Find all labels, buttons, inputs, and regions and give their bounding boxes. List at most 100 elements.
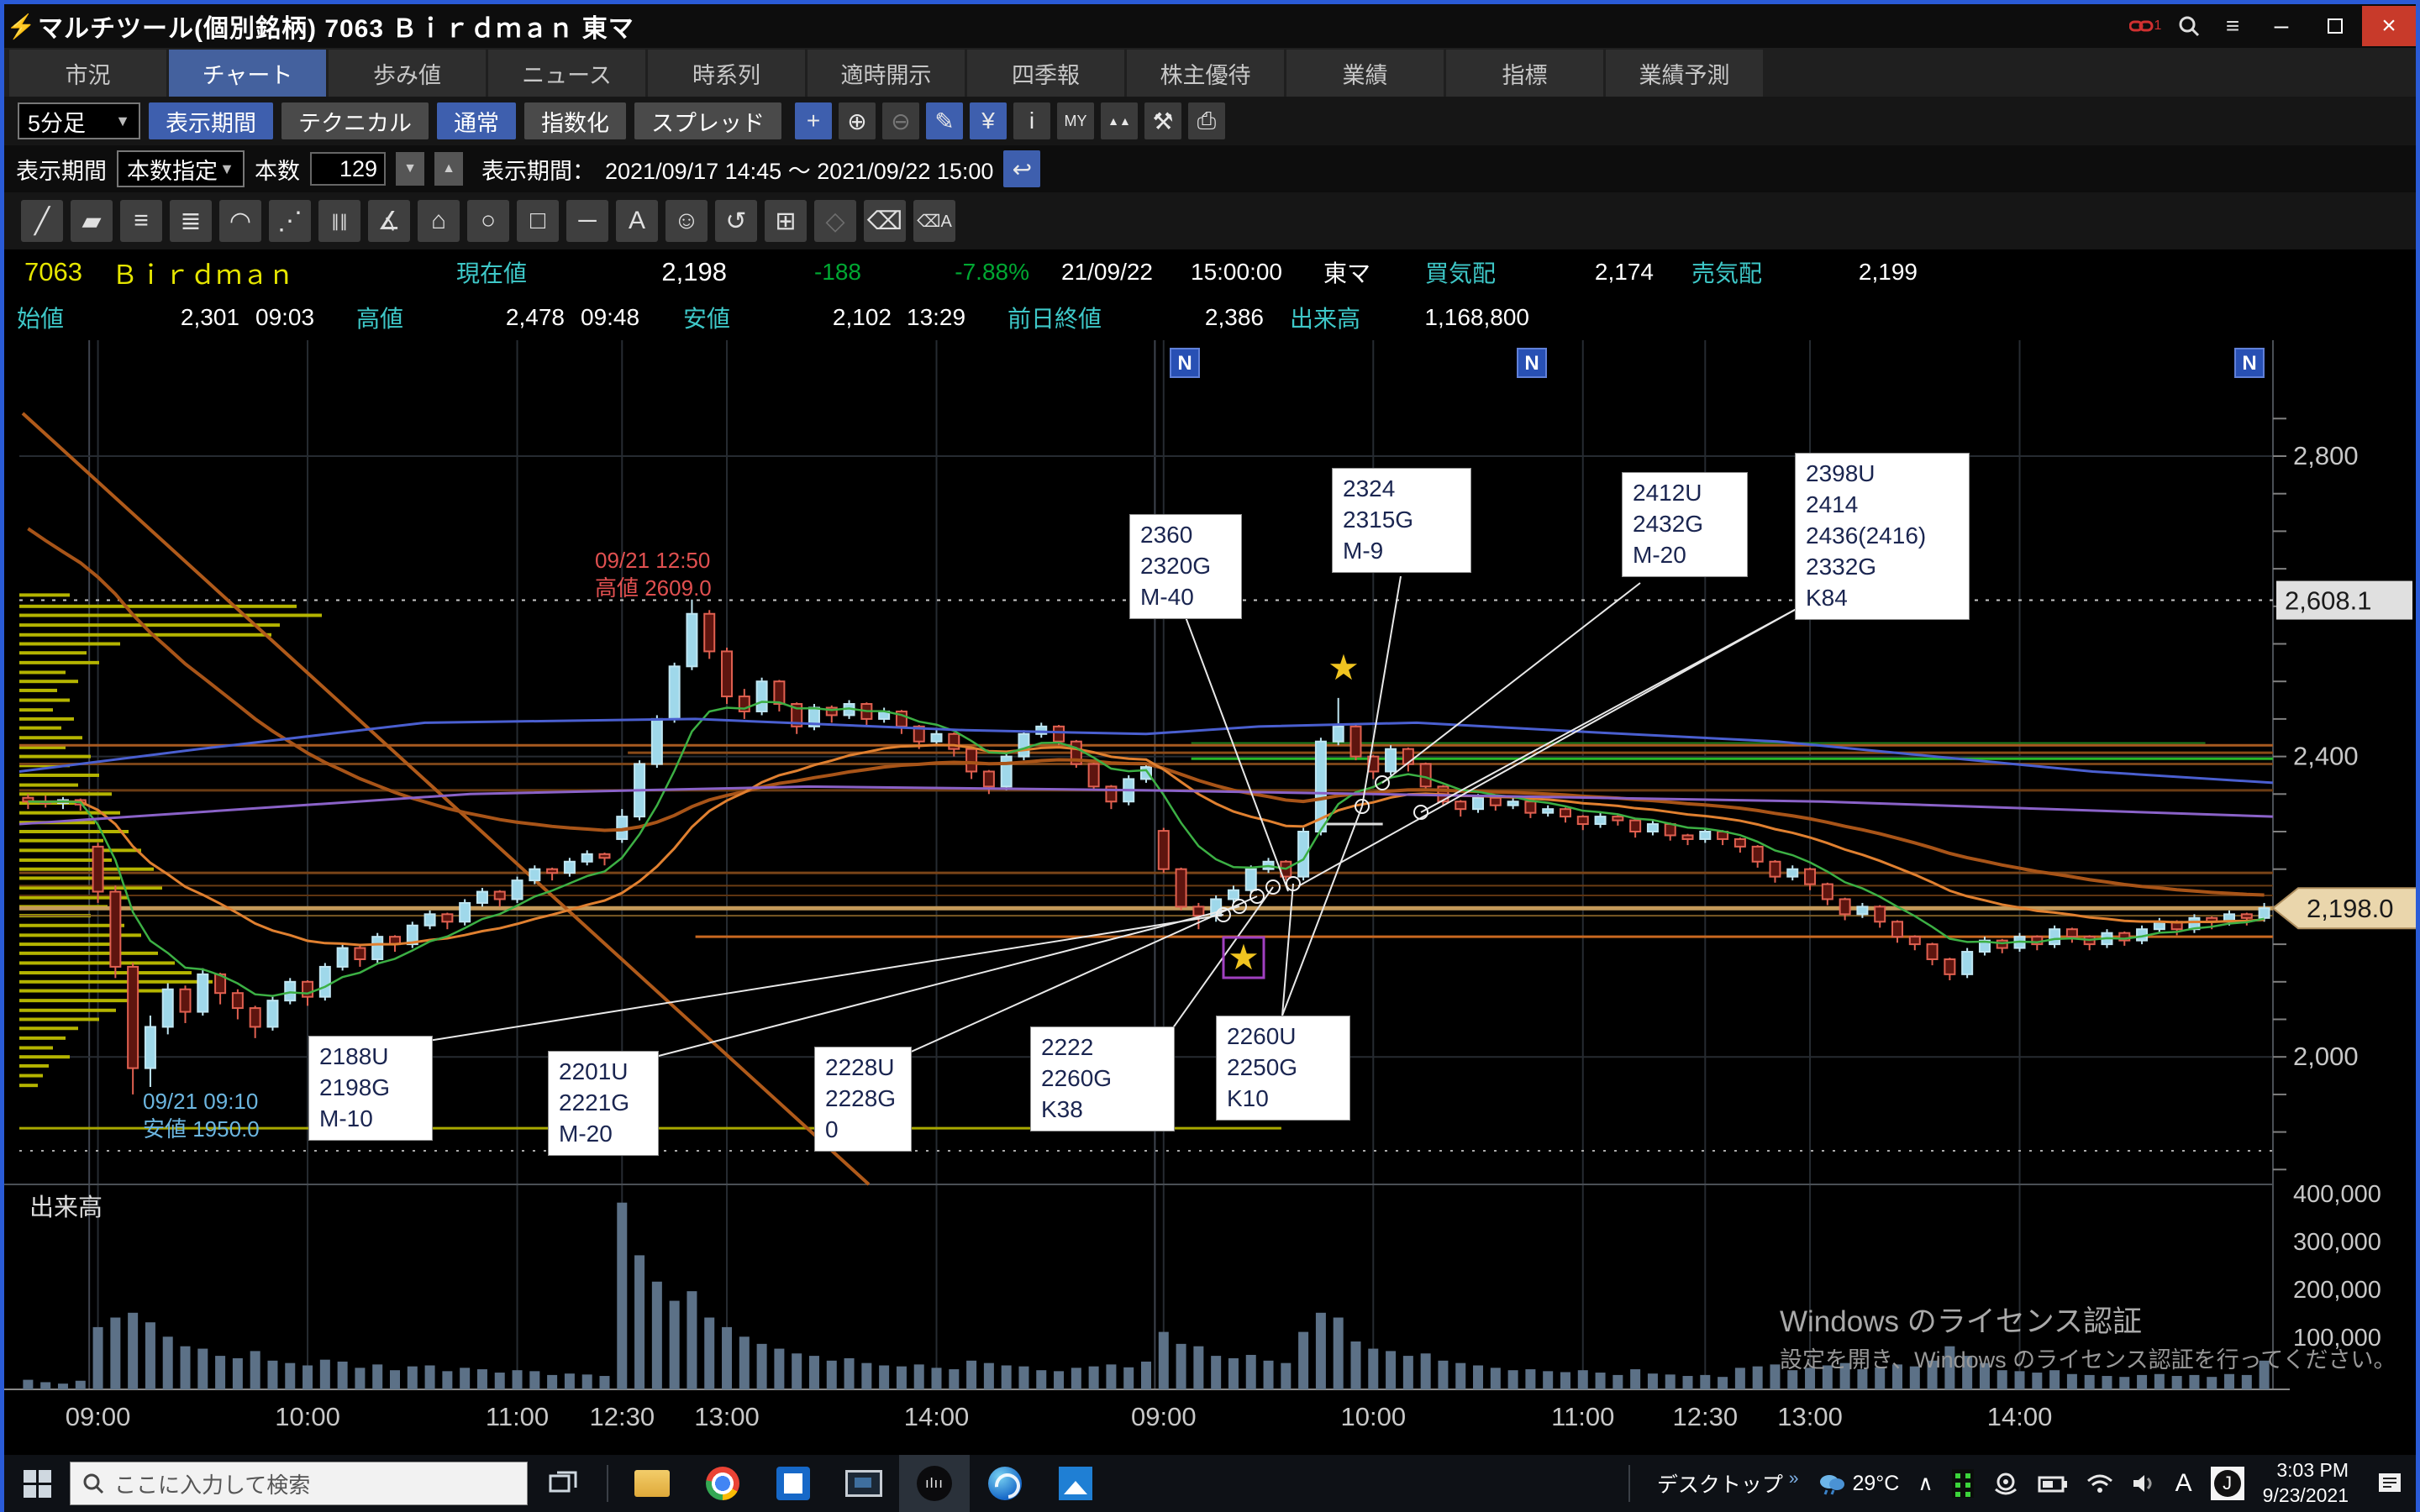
volume-bar	[250, 1351, 260, 1389]
toolbar-button-表示期間[interactable]: 表示期間	[149, 102, 273, 139]
volume-profile-bar	[19, 661, 99, 664]
tab-歩み値[interactable]: 歩み値	[329, 50, 486, 97]
wifi-tray-icon[interactable]	[2086, 1473, 2113, 1494]
folder-icon-button[interactable]	[617, 1455, 687, 1512]
audio-app-icon-button[interactable]: ılıı	[899, 1455, 970, 1512]
trade-annotation-box[interactable]: 2398U24142436(2416)2332GK84	[1795, 453, 1970, 620]
four-lines-tool-icon[interactable]: ≣	[170, 200, 212, 242]
tab-業績[interactable]: 業績	[1286, 50, 1444, 97]
menu-icon[interactable]: ≡	[2211, 8, 2254, 45]
led-grid-tray-icon[interactable]	[1952, 1469, 1974, 1498]
ray-fan-tool-icon[interactable]: ∡	[368, 200, 410, 242]
tab-業績予測[interactable]: 業績予測	[1606, 50, 1763, 97]
weather-widget[interactable]: 29°C	[1817, 1472, 1899, 1496]
trade-annotation-box[interactable]: 2188U2198GM-10	[308, 1036, 433, 1141]
start-button[interactable]	[4, 1455, 70, 1512]
wrench-icon[interactable]: ⚒	[1144, 102, 1181, 139]
parallel-ruler-tool-icon[interactable]: ▰	[71, 200, 113, 242]
bar-count-input[interactable]: 129	[310, 152, 386, 186]
volume-bar	[1228, 1358, 1239, 1389]
camera-tray-icon[interactable]	[1992, 1471, 2019, 1496]
tab-ニュース[interactable]: ニュース	[488, 50, 645, 97]
notification-center-icon[interactable]	[2375, 1471, 2404, 1496]
text-tool-icon[interactable]: A	[616, 200, 658, 242]
tab-時系列[interactable]: 時系列	[648, 50, 805, 97]
three-lines-tool-icon[interactable]: ≡	[120, 200, 162, 242]
pentagon-tool-icon[interactable]: ⌂	[418, 200, 460, 242]
taskbar-clock[interactable]: 3:03 PM 9/23/2021	[2263, 1458, 2349, 1509]
screenshare-icon-button[interactable]	[829, 1455, 899, 1512]
task-view-button[interactable]	[528, 1455, 598, 1512]
trade-annotation-box[interactable]: 2260U2250GK10	[1216, 1016, 1350, 1121]
time-rotate-tool-icon[interactable]: ↺	[715, 200, 757, 242]
my-chart-icon[interactable]: MY	[1057, 102, 1094, 139]
reset-period-button[interactable]: ↩	[1003, 150, 1040, 187]
tab-株主優待[interactable]: 株主優待	[1127, 50, 1284, 97]
pushpin-icon[interactable]: ⚡	[4, 13, 38, 40]
minimize-button[interactable]: –	[2254, 6, 2308, 46]
link-icon[interactable]: 1	[2123, 8, 2167, 45]
zoom-in-icon[interactable]: ⊕	[839, 102, 876, 139]
icon-stamp-tool-icon[interactable]: ☺	[666, 200, 708, 242]
count-up-button[interactable]: ▲	[434, 152, 463, 186]
toolbar-button-テクニカル[interactable]: テクニカル	[281, 102, 429, 139]
count-mode-select[interactable]: 本数指定 ▼	[117, 150, 245, 187]
chrome-icon-button[interactable]	[687, 1455, 758, 1512]
volume-bar	[197, 1349, 208, 1389]
photos-icon-button[interactable]	[1040, 1455, 1111, 1512]
pen-icon[interactable]: ✎	[926, 102, 963, 139]
circle-tool-icon[interactable]: ○	[467, 200, 509, 242]
vertical-lines-tool-icon[interactable]: ∥∥	[318, 200, 360, 242]
trade-annotation-box[interactable]: 22222260GK38	[1030, 1026, 1175, 1131]
count-down-button[interactable]: ▼	[396, 152, 424, 186]
tab-適時開示[interactable]: 適時開示	[808, 50, 965, 97]
zoom-out-icon[interactable]: ⊖	[882, 102, 919, 139]
candle-body	[1648, 824, 1658, 832]
close-button[interactable]: ×	[2362, 6, 2416, 46]
toolbar-button-指数化[interactable]: 指数化	[524, 102, 626, 139]
chart-area[interactable]: ★★NNN2,8002,4002,0002,608.12,198.0400,00…	[4, 340, 2416, 1455]
fan-line-tool-icon[interactable]: ⋰	[269, 200, 311, 242]
mail-icon-button[interactable]	[758, 1455, 829, 1512]
star-marker[interactable]: ★	[1328, 648, 1360, 687]
battery-tray-icon[interactable]	[2038, 1473, 2068, 1494]
tab-四季報[interactable]: 四季報	[967, 50, 1124, 97]
ime-mode-a[interactable]: A	[2175, 1469, 2192, 1498]
trade-annotation-box[interactable]: 2201U2221GM-20	[548, 1051, 659, 1156]
tab-指標[interactable]: 指標	[1446, 50, 1603, 97]
fib-arc-tool-icon[interactable]: ◠	[219, 200, 261, 242]
search-icon[interactable]	[2167, 8, 2211, 45]
printer-icon[interactable]: ⎙	[1188, 102, 1225, 139]
trade-annotation-box[interactable]: 2228U2228G0	[814, 1047, 912, 1152]
star-marker[interactable]: ★	[1228, 937, 1260, 977]
toolbar-button-通常[interactable]: 通常	[437, 102, 516, 139]
rectangle-tool-icon[interactable]: □	[517, 200, 559, 242]
tab-市況[interactable]: 市況	[9, 50, 166, 97]
trade-annotation-box[interactable]: 23242315GM-9	[1332, 468, 1471, 573]
media-player-icon-button[interactable]	[970, 1455, 1040, 1512]
eraser-tool-icon[interactable]: ⌫	[864, 200, 906, 242]
restore-button[interactable]	[2308, 6, 2362, 46]
horizontal-line-tool-icon[interactable]: ─	[566, 200, 608, 242]
timeframe-select[interactable]: 5分足 ▼	[18, 102, 140, 139]
eraser-text-tool-icon[interactable]: ⌫A	[913, 200, 955, 242]
trendline-tool-icon[interactable]: ╱	[21, 200, 63, 242]
tab-チャート[interactable]: チャート	[169, 50, 326, 97]
price-chart-canvas[interactable]: ★★NNN2,8002,4002,0002,608.12,198.0400,00…	[4, 340, 2416, 1455]
overflow-icon[interactable]: »	[1789, 1469, 1799, 1488]
copy-object-tool-icon[interactable]: ⊞	[765, 200, 807, 242]
mountain-chart-icon[interactable]: ▲▲	[1101, 102, 1138, 139]
volume-bar	[1612, 1375, 1623, 1389]
tray-chevron-up[interactable]: ∧	[1918, 1471, 1933, 1496]
trade-annotation-box[interactable]: 2412U2432GM-20	[1622, 472, 1748, 577]
desktop-toolbar[interactable]: デスクトップ »	[1657, 1468, 1799, 1499]
taskbar-search-input[interactable]: ここに入力して検索	[70, 1462, 528, 1505]
toolbar-button-スプレッド[interactable]: スプレッド	[634, 102, 781, 139]
add-chart-icon[interactable]: +	[795, 102, 832, 139]
ime-mode-button[interactable]: J	[2211, 1467, 2244, 1500]
info-icon[interactable]: i	[1013, 102, 1050, 139]
trade-annotation-box[interactable]: 23602320GM-40	[1129, 514, 1242, 619]
yen-icon[interactable]: ¥	[970, 102, 1007, 139]
hand-select-tool-icon[interactable]: ◇	[814, 200, 856, 242]
speaker-tray-icon[interactable]	[2132, 1472, 2157, 1495]
